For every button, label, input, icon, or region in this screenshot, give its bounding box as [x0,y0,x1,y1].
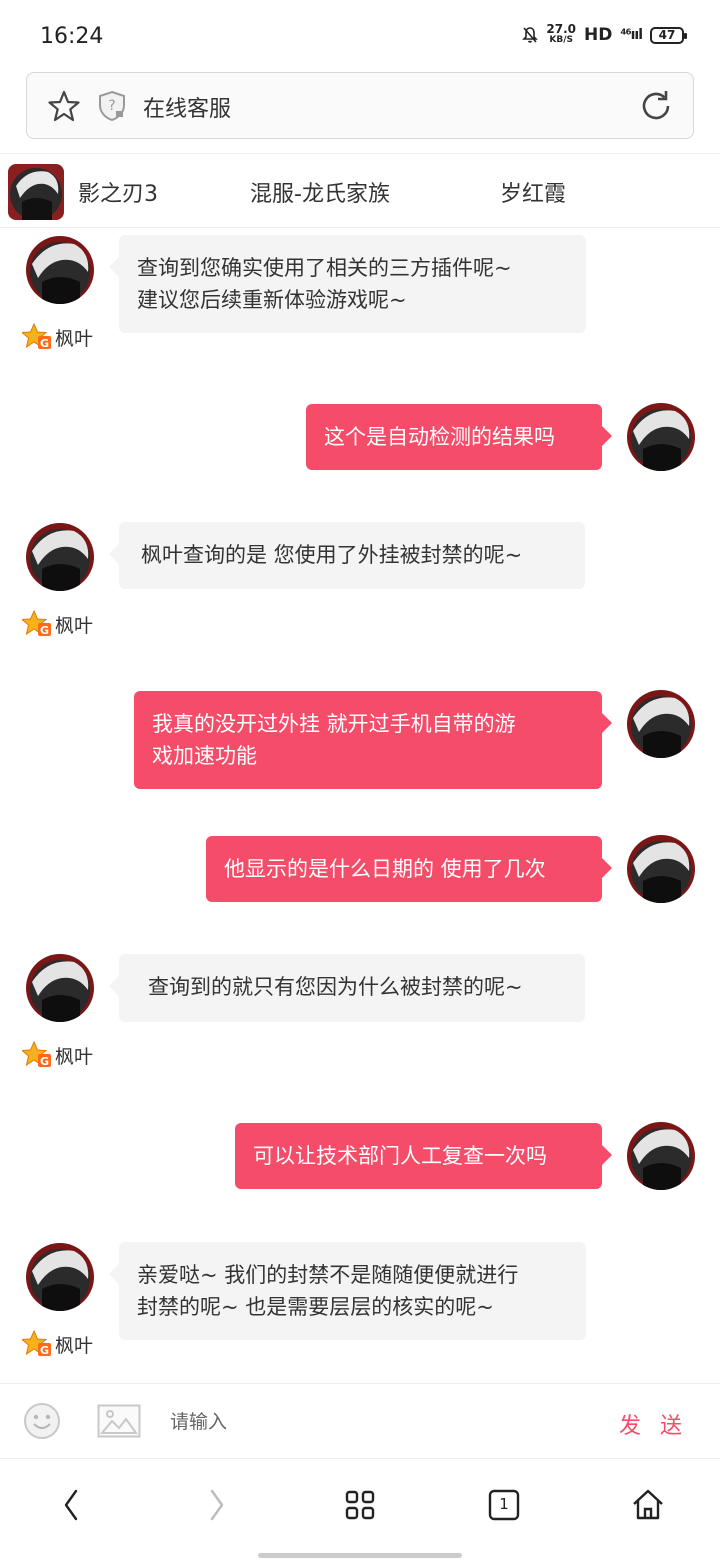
agent-name: 枫叶 [55,1334,94,1357]
agent-message: 亲爱哒~ 我们的封禁不是随随便便就进行 封禁的呢~ 也是需要层层的核实的呢~ G… [0,1236,720,1366]
user-avatar[interactable] [627,403,695,471]
battery-level: 47 [658,27,676,42]
svg-text:G: G [40,337,49,350]
agent-avatar[interactable] [26,1243,94,1311]
user-avatar[interactable] [627,1122,695,1190]
svg-text:G: G [40,1344,49,1357]
vip-badge-icon: G [22,1041,51,1068]
game-name: 影之刃3 [78,182,158,207]
message-line: 他显示的是什么日期的 使用了几次 [224,857,546,881]
message-line: 查询到的就只有您因为什么被封禁的呢~ [148,975,523,999]
status-time: 16:24 [40,24,104,49]
back-icon[interactable] [52,1485,92,1525]
chat-message-list[interactable]: 查询到您确实使用了相关的三方插件呢~ 建议您后续重新体验游戏呢~ G 枫叶 这个… [0,229,720,1383]
user-avatar[interactable] [627,690,695,758]
favorite-star-icon[interactable] [47,89,81,123]
image-upload-icon[interactable] [97,1404,141,1438]
message-line: 查询到您确实使用了相关的三方插件呢~ [137,256,512,280]
agent-avatar[interactable] [26,523,94,591]
message-bubble: 查询到的就只有您因为什么被封禁的呢~ [109,954,585,1022]
message-bubble: 查询到您确实使用了相关的三方插件呢~ 建议您后续重新体验游戏呢~ [109,235,586,333]
reload-icon[interactable] [639,89,673,123]
agent-message: 枫叶查询的是 您使用了外挂被封禁的呢~ G 枫叶 [0,516,720,646]
game-logo [8,164,64,220]
message-line: 枫叶查询的是 您使用了外挂被封禁的呢~ [141,543,523,567]
network-speed-unit: KB/S [549,35,573,45]
agent-name: 枫叶 [55,1045,94,1068]
agent-name: 枫叶 [55,327,94,350]
agent-name: 枫叶 [55,614,94,637]
home-indicator[interactable] [258,1553,462,1558]
message-line: 建议您后续重新体验游戏呢~ [137,288,407,312]
home-icon[interactable] [628,1485,668,1525]
vip-badge-icon: G [22,610,51,637]
tab-count: 1 [499,1495,509,1513]
svg-text:G: G [40,624,49,637]
message-line: 我真的没开过外挂 就开过手机自带的游 [152,712,516,736]
address-bar[interactable]: ? 在线客服 [26,72,694,139]
agent-avatar[interactable] [26,236,94,304]
network-speed: 27.0 KB/S [546,22,576,46]
status-bar: 16:24 27.0 KB/S HD ⁴⁶ııl 47 [0,0,720,70]
message-bubble: 亲爱哒~ 我们的封禁不是随随便便就进行 封禁的呢~ 也是需要层层的核实的呢~ [109,1242,586,1340]
server-name: 混服-龙氏家族 [250,182,390,207]
agent-name-label: G 枫叶 [22,610,93,638]
battery-icon: 47 [650,26,687,44]
user-message: 这个是自动检测的结果吗 [0,400,720,480]
security-shield-icon[interactable]: ? [97,90,127,122]
vip-badge-icon: G [22,1330,51,1357]
agent-name-label: G 枫叶 [22,1041,93,1069]
game-info-bar: 影之刃3 混服-龙氏家族 岁红霞 [0,153,720,228]
agent-avatar[interactable] [26,954,94,1022]
page-title: 在线客服 [143,97,232,122]
message-bubble: 枫叶查询的是 您使用了外挂被封禁的呢~ [109,522,585,589]
message-line: 这个是自动检测的结果吗 [324,425,555,449]
vip-badge-icon: G [22,323,51,350]
network-speed-value: 27.0 [546,22,576,36]
tabs-icon[interactable]: 1 [484,1485,524,1525]
hd-indicator: HD [583,25,613,45]
user-message: 我真的没开过外挂 就开过手机自带的游 戏加速功能 [0,687,720,797]
character-name: 岁红霞 [500,182,567,207]
message-bubble: 他显示的是什么日期的 使用了几次 [206,836,612,902]
message-bubble: 可以让技术部门人工复查一次吗 [235,1123,612,1189]
user-avatar[interactable] [627,835,695,903]
agent-name-label: G 枫叶 [22,1330,93,1358]
menu-grid-icon[interactable] [340,1485,380,1525]
message-line: 戏加速功能 [152,744,257,768]
status-icons: 27.0 KB/S HD ⁴⁶ııl 47 [522,22,687,46]
signal-icon: ⁴⁶ııl [620,27,643,43]
message-line: 可以让技术部门人工复查一次吗 [253,1144,547,1168]
message-bubble: 我真的没开过外挂 就开过手机自带的游 戏加速功能 [134,691,612,789]
send-button[interactable]: 发 送 [619,1408,688,1440]
mute-bell-icon [522,27,539,43]
user-message: 可以让技术部门人工复查一次吗 [0,1119,720,1199]
message-input[interactable] [170,1404,590,1440]
message-line: 封禁的呢~ 也是需要层层的核实的呢~ [137,1295,494,1319]
message-bubble: 这个是自动检测的结果吗 [306,404,612,470]
agent-message: 查询到的就只有您因为什么被封禁的呢~ G 枫叶 [0,948,720,1078]
svg-text:G: G [40,1055,49,1068]
agent-message: 查询到您确实使用了相关的三方插件呢~ 建议您后续重新体验游戏呢~ G 枫叶 [0,229,720,359]
user-message: 他显示的是什么日期的 使用了几次 [0,832,720,912]
agent-name-label: G 枫叶 [22,323,93,351]
emoji-icon[interactable] [23,1402,61,1440]
message-input-bar: 发 送 [0,1383,720,1458]
forward-icon[interactable] [196,1485,236,1525]
browser-nav-bar: 1 [0,1458,720,1548]
message-line: 亲爱哒~ 我们的封禁不是随随便便就进行 [137,1263,519,1287]
svg-text:?: ? [108,98,115,114]
